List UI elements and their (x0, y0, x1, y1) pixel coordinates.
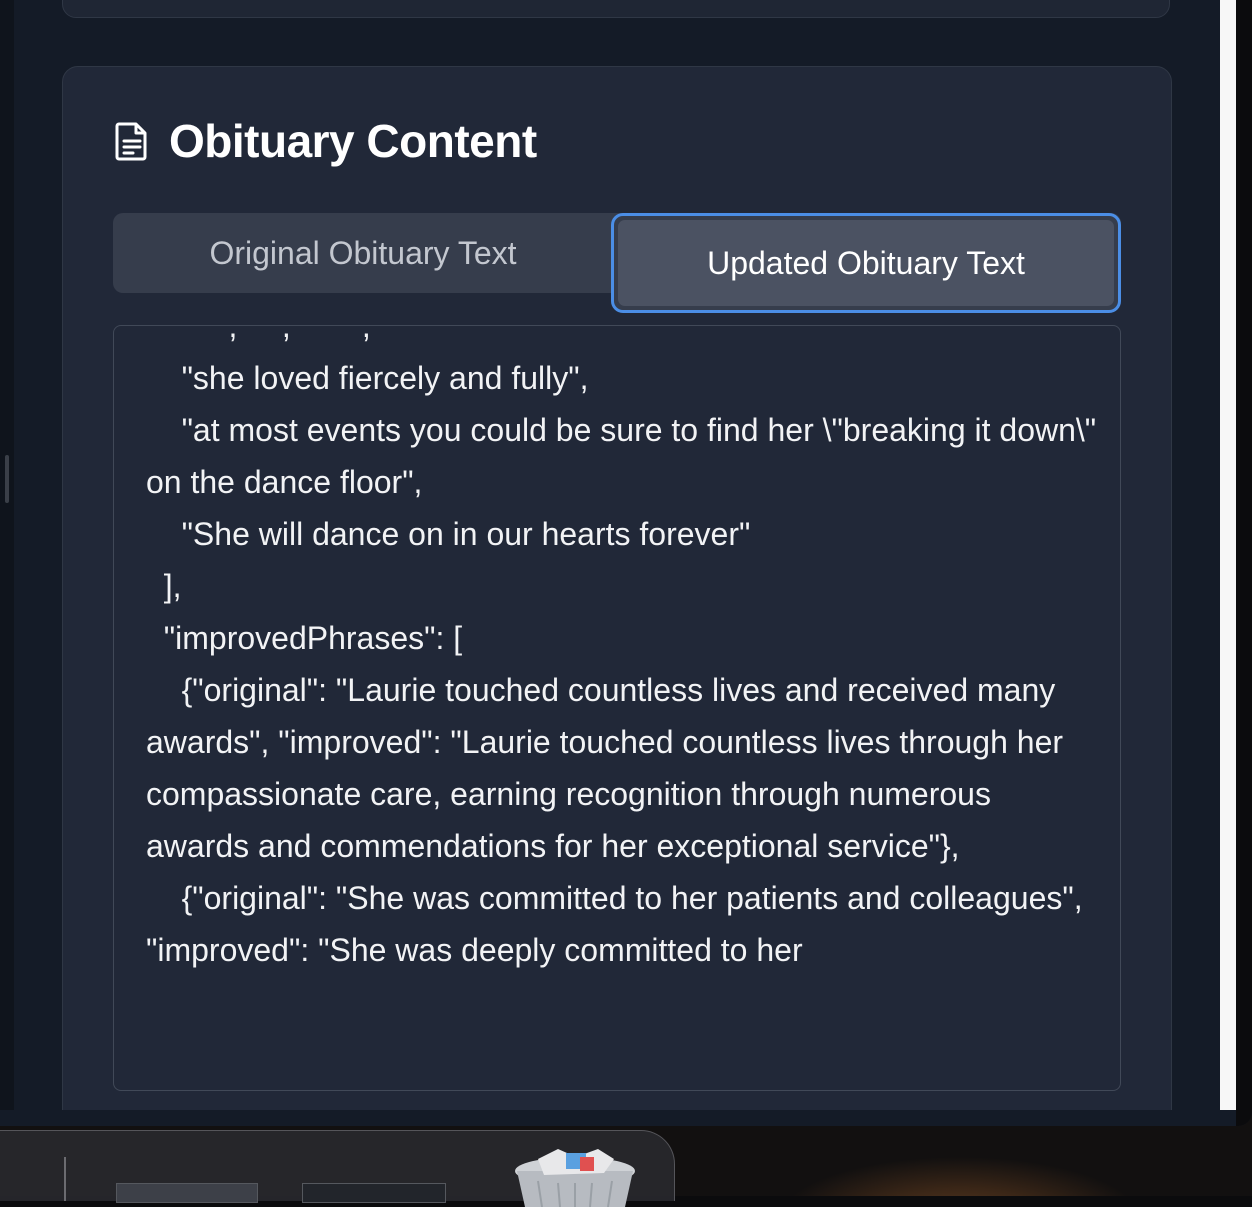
content-line: "she loved fiercely and fully", (146, 360, 589, 396)
content-line: ], (146, 568, 182, 604)
dock (0, 1130, 675, 1207)
sidebar-resize-handle[interactable] (5, 455, 9, 503)
trash-icon[interactable] (508, 1141, 642, 1207)
obituary-tabs: Original Obituary Text Updated Obituary … (113, 213, 1121, 313)
content-line: "She will dance on in our hearts forever… (146, 516, 751, 552)
window-left-edge (0, 0, 14, 1110)
dock-divider (64, 1157, 66, 1201)
content-line: {"original": "Laurie touched countless l… (146, 672, 1072, 864)
tab-updated-label: Updated Obituary Text (618, 220, 1114, 306)
previous-card (62, 0, 1170, 18)
tab-updated-obituary-text[interactable]: Updated Obituary Text (611, 213, 1121, 313)
obituary-content-card: Obituary Content Original Obituary Text … (62, 66, 1172, 1110)
dock-window-thumbnail[interactable] (116, 1183, 258, 1203)
content-line: "improvedPhrases": [ (146, 620, 463, 656)
page-content: Obituary Content Original Obituary Text … (14, 0, 1220, 1110)
card-title: Obituary Content (169, 115, 537, 167)
card-header: Obituary Content (115, 115, 537, 167)
window-right-frame (1236, 0, 1252, 1126)
obituary-text-area[interactable]: " , , , "she loved fiercely and fully", … (113, 325, 1121, 1091)
clipped-line: " , , , (146, 325, 371, 344)
content-line: {"original": "She was committed to her p… (146, 880, 1092, 968)
browser-window: Obituary Content Original Obituary Text … (0, 0, 1252, 1126)
document-icon (115, 122, 147, 161)
dock-window-thumbnail[interactable] (302, 1183, 446, 1203)
page-scrollbar[interactable] (1220, 0, 1236, 1110)
content-line: "at most events you could be sure to fin… (146, 412, 1106, 500)
obituary-text-content: " , , , "she loved fiercely and fully", … (146, 325, 1098, 976)
tab-original-obituary-text[interactable]: Original Obituary Text (113, 213, 613, 293)
